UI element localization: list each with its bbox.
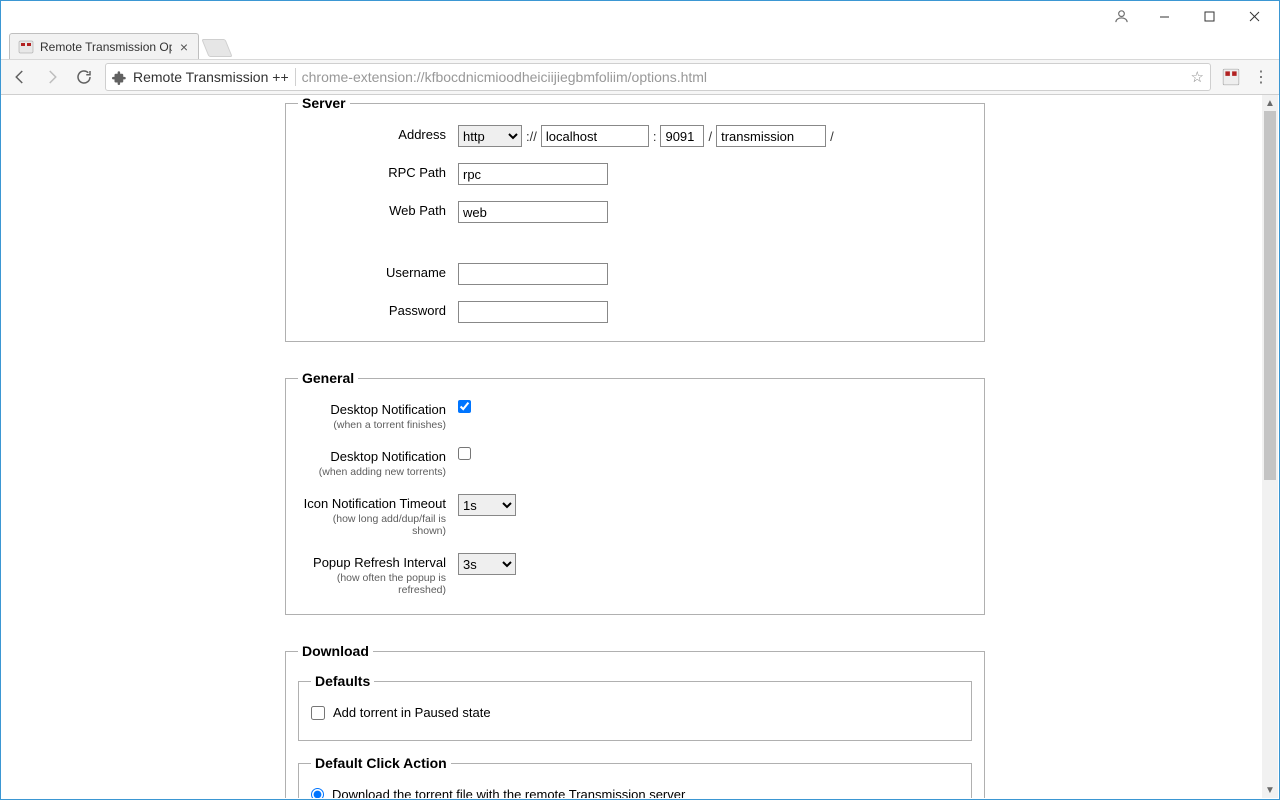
notify-add-checkbox[interactable]: [458, 447, 471, 460]
host-input[interactable]: [541, 125, 649, 147]
tab-title: Remote Transmission Op: [40, 40, 172, 54]
click-remote-download-radio[interactable]: [311, 788, 324, 798]
port-input[interactable]: [660, 125, 704, 147]
tab-strip: Remote Transmission Op ×: [1, 31, 1279, 59]
popup-interval-select[interactable]: 3s: [458, 553, 516, 575]
url-sep: /: [708, 129, 712, 144]
download-legend: Download: [298, 643, 373, 659]
password-input[interactable]: [458, 301, 608, 323]
tab-favicon-icon: [18, 39, 34, 55]
url-sep: :: [653, 129, 657, 144]
chrome-account-icon[interactable]: [1106, 2, 1136, 30]
icon-timeout-select[interactable]: 1s: [458, 494, 516, 516]
tab-close-icon[interactable]: ×: [178, 39, 190, 55]
server-legend: Server: [298, 95, 350, 111]
web-path-input[interactable]: [458, 201, 608, 223]
scroll-up-icon[interactable]: ▲: [1262, 95, 1278, 111]
window-titlebar: [1, 1, 1279, 31]
web-path-label: Web Path: [298, 201, 458, 218]
browser-tab[interactable]: Remote Transmission Op ×: [9, 33, 199, 59]
add-paused-checkbox[interactable]: [311, 706, 325, 720]
notify-add-hint: (when adding new torrents): [298, 466, 446, 478]
chrome-menu-button[interactable]: ⋮: [1251, 67, 1271, 87]
notify-finish-hint: (when a torrent finishes): [298, 419, 446, 431]
address-label: Address: [298, 125, 458, 142]
path-input[interactable]: [716, 125, 826, 147]
notify-finish-label: Desktop Notification: [330, 402, 446, 417]
password-label: Password: [298, 301, 458, 318]
window-minimize-button[interactable]: [1142, 2, 1187, 30]
defaults-fieldset: Defaults Add torrent in Paused state: [298, 673, 972, 741]
browser-toolbar: Remote Transmission ++ chrome-extension:…: [1, 59, 1279, 95]
popup-interval-hint: (how often the popup is refreshed): [298, 572, 446, 596]
notify-finish-checkbox[interactable]: [458, 400, 471, 413]
window-close-button[interactable]: [1232, 2, 1277, 30]
add-paused-label: Add torrent in Paused state: [333, 705, 491, 720]
url-page-title: Remote Transmission ++: [133, 69, 289, 85]
download-fieldset: Download Defaults Add torrent in Paused …: [285, 643, 985, 798]
protocol-select[interactable]: http: [458, 125, 522, 147]
username-label: Username: [298, 263, 458, 280]
page-content: Server Address http :// : / / RPC Path: [2, 95, 1262, 798]
url-text: chrome-extension://kfbocdnicmioodheiciij…: [302, 69, 707, 85]
url-bar[interactable]: Remote Transmission ++ chrome-extension:…: [105, 63, 1211, 91]
icon-timeout-hint: (how long add/dup/fail is shown): [298, 513, 446, 537]
url-sep: ://: [526, 129, 537, 144]
general-fieldset: General Desktop Notification (when a tor…: [285, 370, 985, 615]
default-click-fieldset: Default Click Action Download the torren…: [298, 755, 972, 798]
rpc-path-input[interactable]: [458, 163, 608, 185]
rpc-path-label: RPC Path: [298, 163, 458, 180]
bookmark-star-icon[interactable]: ☆: [1191, 68, 1204, 86]
scrollbar-thumb[interactable]: [1264, 111, 1276, 480]
url-separator: [295, 68, 296, 86]
username-input[interactable]: [458, 263, 608, 285]
scroll-down-icon[interactable]: ▼: [1262, 782, 1278, 798]
reload-button[interactable]: [73, 66, 95, 88]
new-tab-button[interactable]: [201, 39, 232, 57]
window-maximize-button[interactable]: [1187, 2, 1232, 30]
defaults-legend: Defaults: [311, 673, 374, 689]
forward-button[interactable]: [41, 66, 63, 88]
click-remote-download-label: Download the torrent file with the remot…: [332, 787, 685, 798]
back-button[interactable]: [9, 66, 31, 88]
notify-add-label: Desktop Notification: [330, 449, 446, 464]
icon-timeout-label: Icon Notification Timeout: [304, 496, 446, 511]
general-legend: General: [298, 370, 358, 386]
extension-icon: [112, 70, 127, 85]
url-sep: /: [830, 129, 834, 144]
default-click-legend: Default Click Action: [311, 755, 451, 771]
server-fieldset: Server Address http :// : / / RPC Path: [285, 95, 985, 342]
extension-transmission-icon[interactable]: [1221, 67, 1241, 87]
popup-interval-label: Popup Refresh Interval: [313, 555, 446, 570]
vertical-scrollbar[interactable]: ▲ ▼: [1262, 95, 1278, 798]
